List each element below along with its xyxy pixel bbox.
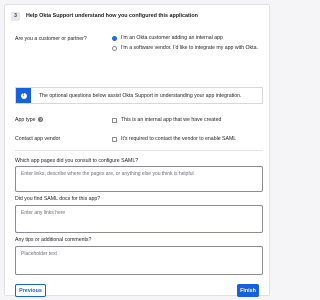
- divider: [15, 150, 263, 151]
- contact-vendor-row: Contact app vendor It's required to cont…: [15, 136, 259, 144]
- app-pages-textarea[interactable]: Enter links, describe where the pages ar…: [15, 166, 263, 192]
- app-pages-placeholder: Enter links, describe where the pages ar…: [21, 171, 194, 177]
- checkbox-icon[interactable]: [112, 117, 117, 123]
- info-icon: !: [20, 92, 27, 99]
- internal-app-checkbox-label: This is an internal app that we have cre…: [121, 117, 222, 123]
- configuration-card: 3 Help Okta Support understand how you c…: [4, 4, 270, 297]
- checkbox-icon[interactable]: [112, 136, 117, 142]
- section-title: Help Okta Support understand how you con…: [26, 13, 198, 19]
- app-pages-label: Which app pages did you consult to confi…: [15, 158, 139, 164]
- saml-docs-textarea[interactable]: Enter any links here: [15, 205, 263, 233]
- info-banner: ! The optional questions below assist Ok…: [15, 87, 263, 104]
- step-number-badge: 3: [11, 11, 20, 21]
- tips-placeholder: Placeholder text: [21, 251, 57, 257]
- customer-partner-label: Are you a customer or partner?: [15, 36, 87, 42]
- section-header: 3 Help Okta Support understand how you c…: [11, 11, 263, 21]
- contact-vendor-label: Contact app vendor: [15, 136, 61, 142]
- customer-partner-row: Are you a customer or partner? I'm an Ok…: [15, 35, 259, 75]
- info-stripe: !: [16, 88, 31, 103]
- radio-unselected-icon[interactable]: [112, 45, 117, 51]
- question-circle-icon[interactable]: ?: [38, 117, 44, 123]
- tips-textarea[interactable]: Placeholder text: [15, 246, 263, 275]
- saml-docs-placeholder: Enter any links here: [21, 210, 66, 216]
- radio-option-vendor[interactable]: I'm a software vendor. I'd like to integ…: [112, 45, 262, 52]
- tips-label: Any tips or additional comments?: [15, 237, 92, 243]
- contact-vendor-checkbox[interactable]: It's required to contact the vendor to e…: [112, 136, 236, 143]
- app-type-label-wrap: App type?: [15, 117, 44, 123]
- app-type-label: App type: [15, 117, 36, 123]
- radio-selected-icon[interactable]: [112, 35, 117, 41]
- radio-option-label: I'm a software vendor. I'd like to integ…: [121, 45, 258, 51]
- info-banner-text: The optional questions below assist Okta…: [39, 92, 242, 99]
- app-type-row: App type? This is an internal app that w…: [15, 117, 259, 125]
- contact-vendor-checkbox-label: It's required to contact the vendor to e…: [121, 136, 237, 142]
- internal-app-checkbox[interactable]: This is an internal app that we have cre…: [112, 117, 221, 124]
- radio-option-customer[interactable]: I'm an Okta customer adding an internal …: [112, 35, 262, 42]
- finish-button[interactable]: Finish: [237, 284, 259, 297]
- previous-button[interactable]: Previous: [15, 284, 46, 297]
- radio-option-label: I'm an Okta customer adding an internal …: [121, 35, 223, 41]
- saml-docs-label: Did you find SAML docs for this app?: [15, 196, 101, 202]
